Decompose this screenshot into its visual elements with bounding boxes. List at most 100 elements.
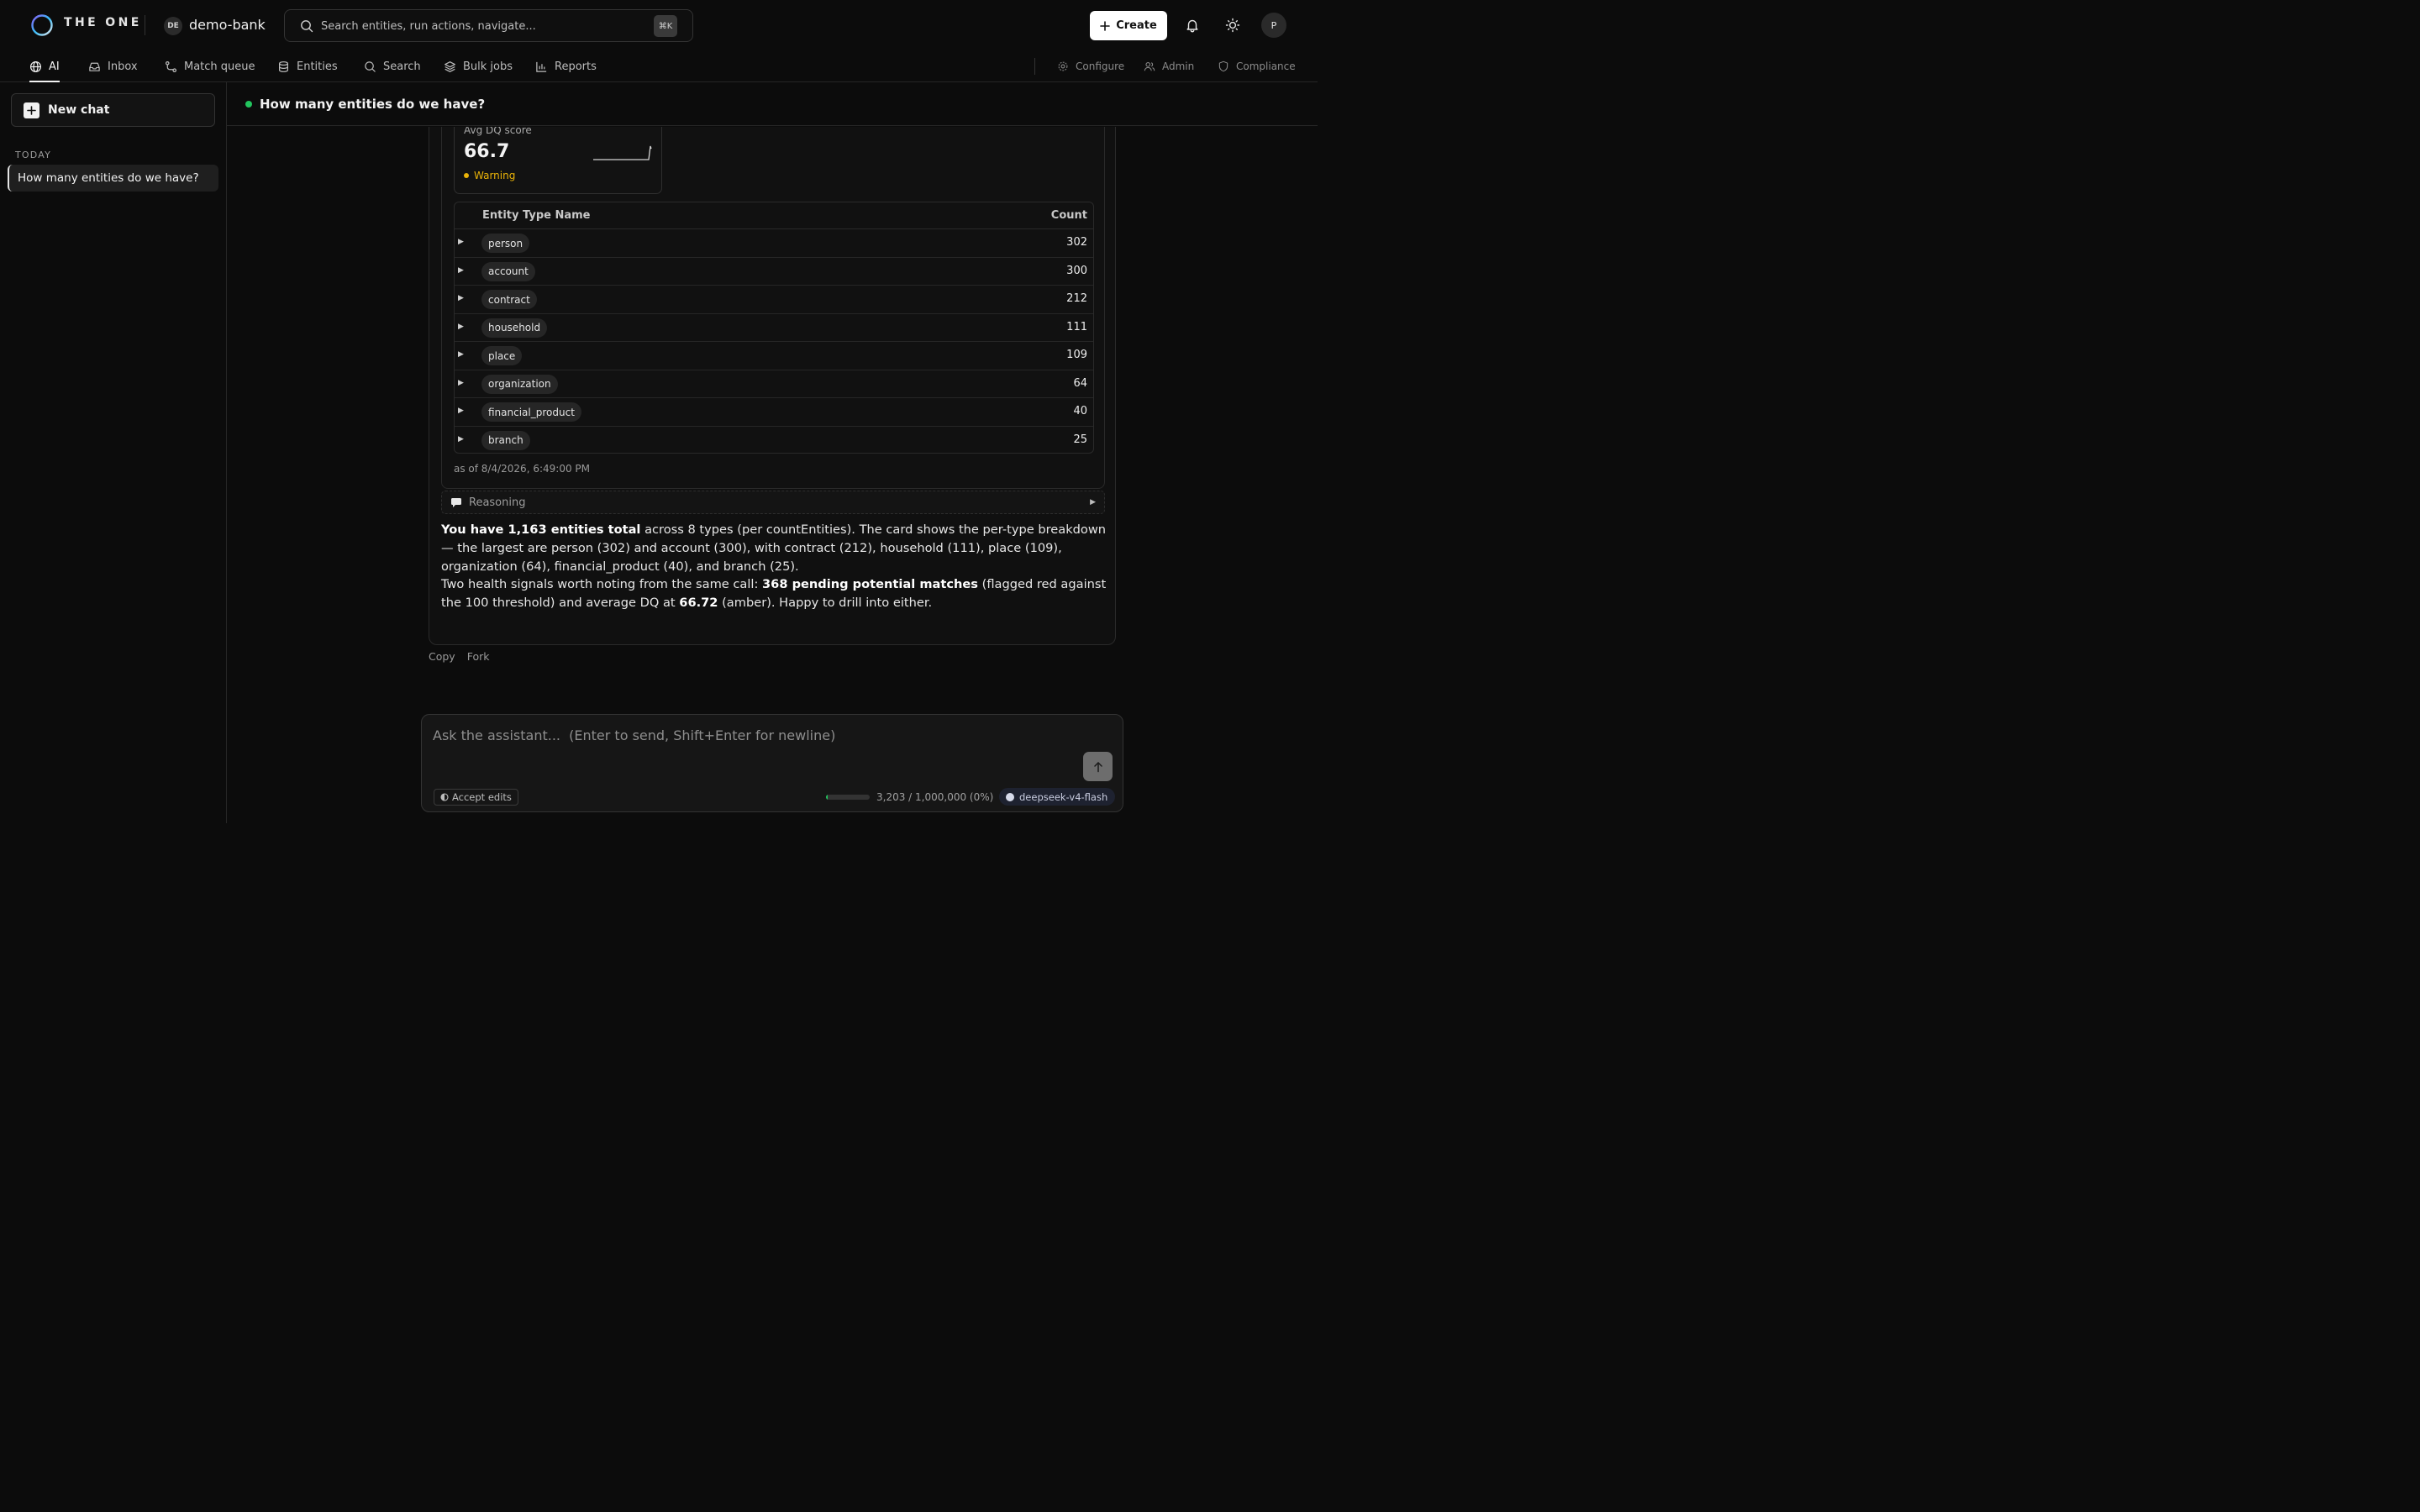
nav-tab-bulk-jobs[interactable]: Bulk jobs — [444, 50, 513, 82]
create-button-label: Create — [1116, 19, 1157, 32]
nav-tab-label: AI — [49, 60, 60, 73]
notifications-button[interactable] — [1182, 15, 1202, 35]
reasoning-toggle[interactable]: Reasoning ▶ — [441, 491, 1105, 514]
table-row[interactable]: ▶ person 302 — [455, 229, 1093, 258]
arrow-up-icon — [1093, 761, 1102, 772]
table-row[interactable]: ▶ branch 25 — [455, 427, 1093, 455]
entity-count: 111 — [1066, 320, 1087, 333]
workspace-name[interactable]: demo-bank — [189, 17, 266, 33]
table-row[interactable]: ▶ household 111 — [455, 314, 1093, 342]
accept-edits-toggle[interactable]: Accept edits — [434, 789, 518, 806]
route-icon — [165, 60, 177, 72]
top-bar: THE ONE DE demo-bank ⌘K Create — [0, 0, 1318, 50]
model-dot-icon — [1006, 792, 1014, 801]
theme-toggle-button[interactable] — [1223, 15, 1243, 35]
table-row[interactable]: ▶ contract 212 — [455, 286, 1093, 314]
table-row[interactable]: ▶ place 109 — [455, 342, 1093, 370]
sparkline — [593, 145, 652, 160]
expand-caret-icon[interactable]: ▶ — [458, 294, 464, 302]
token-usage-meter — [826, 795, 870, 800]
nav-tab-label: Search — [383, 60, 421, 73]
expand-caret-icon[interactable]: ▶ — [458, 350, 464, 359]
logo-ring-icon[interactable] — [30, 13, 54, 37]
table-row[interactable]: ▶ financial_product 40 — [455, 398, 1093, 427]
model-selector[interactable]: deepseek-v4-flash — [999, 788, 1116, 806]
entity-type-pill: account — [481, 261, 535, 281]
answer-highlight: 66.72 — [679, 596, 718, 611]
metric-status-label: Warning — [474, 170, 516, 181]
nav-tab-inbox[interactable]: Inbox — [88, 50, 138, 82]
fork-button[interactable]: Fork — [467, 650, 490, 663]
answer-highlight: 368 pending potential matches — [762, 577, 978, 592]
inbox-icon — [89, 62, 100, 71]
table-row[interactable]: ▶ organization 64 — [455, 370, 1093, 398]
table-header: Entity Type Name Count — [455, 202, 1093, 229]
new-chat-button[interactable]: New chat — [11, 93, 215, 127]
send-button[interactable] — [1083, 752, 1113, 781]
expand-arrow-icon: ▶ — [1090, 498, 1096, 507]
entity-count: 25 — [1073, 433, 1087, 446]
expand-caret-icon[interactable]: ▶ — [458, 379, 464, 387]
sun-icon — [1225, 18, 1240, 33]
nav-configure-label: Configure — [1076, 60, 1125, 72]
global-search[interactable]: ⌘K — [284, 9, 693, 42]
nav-tab-label: Match queue — [184, 60, 255, 73]
half-circle-icon — [440, 793, 449, 801]
token-usage: 3,203 / 1,000,000 (0%) — [826, 789, 993, 806]
entity-type-pill: household — [481, 318, 548, 338]
copy-button[interactable]: Copy — [429, 650, 455, 663]
metric-status: Warning — [464, 170, 515, 181]
expand-caret-icon[interactable]: ▶ — [458, 323, 464, 331]
plus-icon — [24, 102, 39, 118]
bell-icon — [1186, 19, 1198, 33]
section-label-today: TODAY — [15, 150, 52, 160]
chat-title: How many entities do we have? — [260, 96, 486, 112]
entity-type-pill: person — [481, 234, 530, 253]
search-input[interactable] — [321, 18, 640, 34]
nav-tab-ai[interactable]: AI — [29, 50, 60, 82]
users-icon — [1144, 62, 1155, 71]
nav-tab-label: Entities — [297, 60, 338, 73]
column-header-entity-type[interactable]: Entity Type Name — [482, 209, 590, 222]
table-row[interactable]: ▶ account 300 — [455, 258, 1093, 286]
search-icon — [365, 60, 376, 72]
column-header-count[interactable]: Count — [1051, 209, 1087, 222]
answer-text: (amber). Happy to drill into either. — [718, 596, 933, 611]
gear-icon — [1058, 61, 1068, 71]
assistant-message: Avg DQ score 66.7 Warning Entity Type Na… — [429, 127, 1116, 645]
nav-tab-search[interactable]: Search — [364, 50, 421, 82]
nav-tab-reports[interactable]: Reports — [535, 50, 597, 82]
expand-caret-icon[interactable]: ▶ — [458, 266, 464, 275]
entity-count: 40 — [1073, 405, 1087, 417]
new-chat-label: New chat — [48, 103, 110, 117]
avg-dq-score-tile[interactable]: Avg DQ score 66.7 Warning — [454, 127, 662, 194]
nav-configure[interactable]: Configure — [1057, 50, 1124, 82]
brand-name: THE ONE — [64, 16, 142, 29]
main-nav: AI Inbox Match queue Entities Search Bul… — [0, 50, 1318, 82]
message-actions: Copy Fork — [429, 650, 490, 663]
assistant-answer-text: You have 1,163 entities total across 8 t… — [441, 521, 1110, 612]
plus-icon — [1100, 20, 1111, 31]
chat-sidebar: New chat TODAY How many entities do we h… — [0, 82, 227, 823]
message-input[interactable] — [433, 727, 1071, 761]
nav-tab-label: Reports — [555, 60, 597, 73]
entity-type-table: Entity Type Name Count ▶ person 302 ▶ ac… — [454, 202, 1094, 454]
nav-admin[interactable]: Admin — [1144, 50, 1194, 82]
answer-highlight: You have 1,163 entities total — [441, 522, 641, 537]
entity-count: 64 — [1073, 376, 1087, 390]
metric-value: 66.7 — [464, 141, 510, 162]
expand-caret-icon[interactable]: ▶ — [458, 435, 464, 444]
create-button[interactable]: Create — [1090, 11, 1167, 40]
expand-caret-icon[interactable]: ▶ — [458, 407, 464, 415]
entity-type-pill: financial_product — [481, 402, 581, 422]
workspace-badge[interactable]: DE — [164, 17, 182, 35]
nav-compliance[interactable]: Compliance — [1218, 50, 1296, 82]
database-icon — [279, 60, 288, 72]
expand-caret-icon[interactable]: ▶ — [458, 238, 464, 246]
bar-chart-icon — [536, 61, 547, 72]
nav-tab-match-queue[interactable]: Match queue — [165, 50, 255, 82]
user-avatar[interactable]: P — [1261, 13, 1286, 38]
metric-label: Avg DQ score — [464, 127, 532, 136]
chat-history-item[interactable]: How many entities do we have? — [8, 165, 218, 192]
nav-tab-entities[interactable]: Entities — [277, 50, 338, 82]
